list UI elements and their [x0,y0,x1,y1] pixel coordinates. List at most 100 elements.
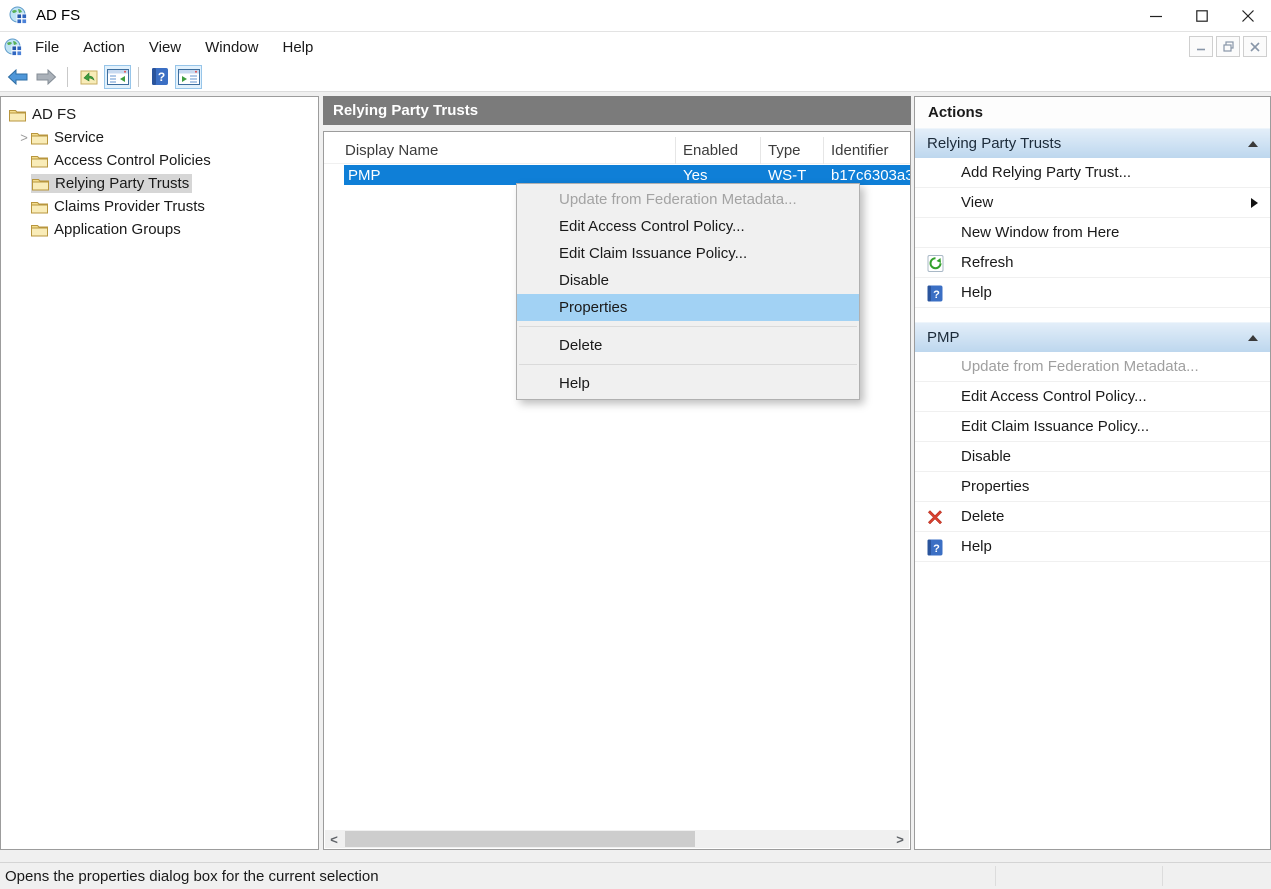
column-type[interactable]: Type [768,137,818,164]
scrollbar-thumb[interactable] [345,831,695,847]
section-header-label: Relying Party Trusts [927,135,1061,152]
help-book-icon: ? [926,538,944,556]
adfs-globe-icon [9,6,28,25]
menu-window[interactable]: Window [193,34,270,61]
action-help-pmp[interactable]: ? Help [915,532,1270,562]
cell-display-name: PMP [348,165,381,185]
menu-file[interactable]: File [23,34,71,61]
tree-item-service[interactable]: > Service [1,126,318,149]
svg-text:?: ? [157,70,164,84]
collapse-arrow-icon[interactable] [1248,141,1258,147]
context-update-from-federation-metadata: Update from Federation Metadata... [517,186,859,213]
tree-item-relying-party-trusts[interactable]: Relying Party Trusts [1,172,318,195]
minimize-icon [1150,10,1162,22]
action-add-relying-party-trust[interactable]: Add Relying Party Trust... [915,158,1270,188]
minimize-icon [1196,42,1206,52]
action-delete[interactable]: Delete [915,502,1270,532]
action-new-window-from-here[interactable]: New Window from Here [915,218,1270,248]
tree-item-label: Application Groups [54,221,181,238]
action-label: Properties [961,478,1029,495]
context-edit-access-control-policy[interactable]: Edit Access Control Policy... [517,213,859,240]
actions-section-pmp[interactable]: PMP [915,322,1270,352]
context-help[interactable]: Help [517,370,859,397]
export-list-button[interactable] [75,65,102,89]
back-button[interactable] [4,65,31,89]
forward-button[interactable] [33,65,60,89]
folder-icon [31,131,48,145]
minimize-button[interactable] [1133,0,1179,32]
toolbar-separator [67,67,68,87]
menu-action[interactable]: Action [71,34,137,61]
menu-help[interactable]: Help [270,34,325,61]
close-button[interactable] [1225,0,1271,32]
collapse-arrow-icon[interactable] [1248,335,1258,341]
status-text: Opens the properties dialog box for the … [5,868,379,885]
expand-chevron-icon[interactable]: > [17,130,31,145]
show-console-tree-toggle[interactable] [104,65,131,89]
tree-item-label: AD FS [32,106,76,123]
close-icon [1242,10,1254,22]
back-icon [7,69,28,85]
adfs-globe-icon [4,38,23,57]
tree-item-adfs-root[interactable]: AD FS [1,103,318,126]
action-update-from-federation-metadata: Update from Federation Metadata... [915,352,1270,382]
action-edit-claim-issuance-policy[interactable]: Edit Claim Issuance Policy... [915,412,1270,442]
context-disable[interactable]: Disable [517,267,859,294]
menu-view[interactable]: View [137,34,193,61]
tree-item-label: Service [54,129,104,146]
action-help[interactable]: ? Help [915,278,1270,308]
action-view[interactable]: View [915,188,1270,218]
scroll-left-arrow-icon[interactable]: < [325,830,343,848]
folder-icon [31,200,48,214]
menu-separator [519,364,857,365]
column-display-name[interactable]: Display Name [345,137,670,164]
action-disable[interactable]: Disable [915,442,1270,472]
child-minimize-button[interactable] [1189,36,1213,57]
folder-icon [31,154,48,168]
red-x-icon [926,508,944,526]
action-label: Help [961,538,992,555]
action-properties[interactable]: Properties [915,472,1270,502]
tree-item-access-control-policies[interactable]: Access Control Policies [1,149,318,172]
results-header: Relying Party Trusts [323,96,911,125]
column-identifier[interactable]: Identifier [831,137,911,164]
help-book-icon: ? [926,284,944,302]
export-list-icon [78,68,100,86]
action-refresh[interactable]: Refresh [915,248,1270,278]
folder-icon [9,108,26,122]
child-restore-button[interactable] [1216,36,1240,57]
forward-icon [36,69,57,85]
context-properties[interactable]: Properties [517,294,859,321]
action-label: View [961,194,993,211]
column-enabled[interactable]: Enabled [683,137,755,164]
child-close-button[interactable] [1243,36,1267,57]
maximize-button[interactable] [1179,0,1225,32]
tree-item-label: Access Control Policies [54,152,211,169]
toolbar-separator [138,67,139,87]
context-edit-claim-issuance-policy[interactable]: Edit Claim Issuance Policy... [517,240,859,267]
actions-panel: Actions Relying Party Trusts Add Relying… [914,96,1271,850]
menu-bar: File Action View Window Help [0,32,1271,62]
list-column-headers: Display Name Enabled Type Identifier [324,137,910,164]
svg-text:?: ? [933,289,940,301]
toolbar: ? [0,62,1271,92]
action-label: Refresh [961,254,1014,271]
scroll-right-arrow-icon[interactable]: > [891,830,909,848]
horizontal-scrollbar[interactable]: < > [325,830,909,848]
title-bar: AD FS [0,0,1271,32]
table-row-pmp[interactable]: PMP Yes WS-T b17c6303a3 [324,165,910,185]
status-bar: Opens the properties dialog box for the … [0,862,1271,889]
context-menu: Update from Federation Metadata... Edit … [516,183,860,400]
action-label: Delete [961,508,1004,525]
actions-section-relying-party-trusts[interactable]: Relying Party Trusts [915,128,1270,158]
window-title: AD FS [36,7,80,24]
action-edit-access-control-policy[interactable]: Edit Access Control Policy... [915,382,1270,412]
help-button[interactable]: ? [146,65,173,89]
context-delete[interactable]: Delete [517,332,859,359]
results-header-title: Relying Party Trusts [333,102,478,119]
tree-item-application-groups[interactable]: Application Groups [1,218,318,241]
show-action-pane-toggle[interactable] [175,65,202,89]
tree-item-claims-provider-trusts[interactable]: Claims Provider Trusts [1,195,318,218]
action-label: Add Relying Party Trust... [961,164,1131,181]
actions-panel-title: Actions [915,97,1270,128]
